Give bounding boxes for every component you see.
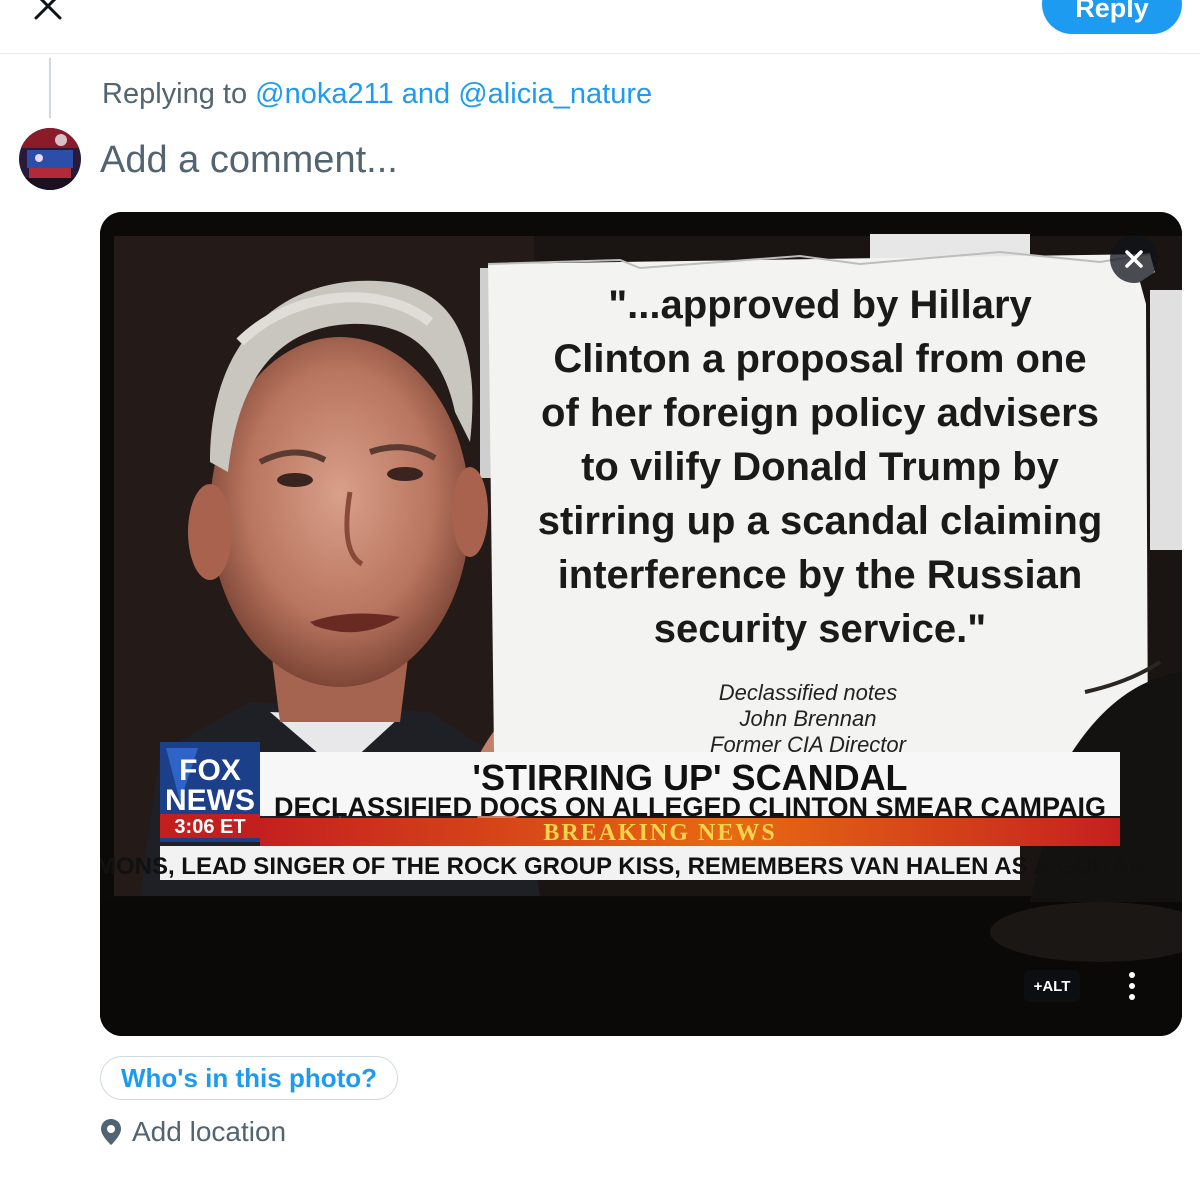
ellipsis-dot	[1129, 994, 1135, 1000]
replying-prefix: Replying to	[102, 78, 248, 110]
add-location-label: Add location	[132, 1116, 287, 1147]
close-x-icon	[34, 0, 62, 20]
quote-line-6: interference by the Russian	[558, 553, 1083, 597]
breaking-news-label: BREAKING NEWS	[543, 820, 776, 846]
mention-alicia-nature[interactable]: @alicia_nature	[458, 78, 652, 110]
close-x-icon	[1125, 250, 1143, 268]
reply-button[interactable]: Reply	[1042, 0, 1182, 34]
quote-line-2: Clinton a proposal from one	[553, 337, 1086, 381]
attached-photo[interactable]: "...approved by Hillary Clinton a propos…	[100, 212, 1182, 1036]
close-button[interactable]	[28, 0, 68, 26]
logo-line-1: FOX	[179, 754, 241, 787]
ellipsis-dot	[1129, 983, 1135, 989]
quote-line-3: of her foreign policy advisers	[541, 391, 1099, 435]
subheadline: DECLASSIFIED DOCS ON ALLEGED CLINTON SME…	[274, 792, 1106, 822]
add-location-button[interactable]: Add location	[100, 1116, 286, 1148]
add-alt-text-button[interactable]: +ALT	[1024, 970, 1080, 1002]
tag-people-button[interactable]: Who's in this photo?	[100, 1056, 399, 1100]
remove-photo-button[interactable]	[1110, 235, 1158, 283]
compose-header: Reply	[0, 0, 1200, 54]
quote-line-1: "...approved by Hillary	[608, 283, 1032, 327]
vertical-ellipsis-icon	[1129, 972, 1135, 978]
more-options-button[interactable]	[1112, 964, 1152, 1008]
clock: 3:06 ET	[174, 816, 245, 838]
mention-noka211[interactable]: @noka211	[255, 78, 394, 110]
attribution-line-2: John Brennan	[739, 706, 877, 731]
quote-line-4: to vilify Donald Trump by	[581, 445, 1060, 489]
avatar[interactable]	[19, 128, 81, 190]
quote-line-5: stirring up a scandal claiming	[538, 499, 1103, 543]
photo-image: "...approved by Hillary Clinton a propos…	[100, 212, 1182, 1036]
news-ticker: NE SIMMONS, LEAD SINGER OF THE ROCK GROU…	[100, 853, 1147, 880]
replying-conjunction[interactable]: and	[402, 78, 450, 110]
attribution-line-1: Declassified notes	[719, 680, 898, 705]
location-pin-icon	[101, 1119, 121, 1145]
replying-to-line: Replying to @noka211 and @alicia_nature	[102, 78, 652, 111]
thread-connector-line	[49, 58, 51, 118]
comment-input[interactable]	[100, 132, 1000, 188]
logo-line-2: NEWS	[165, 784, 255, 817]
quote-line-7: security service."	[654, 607, 987, 651]
